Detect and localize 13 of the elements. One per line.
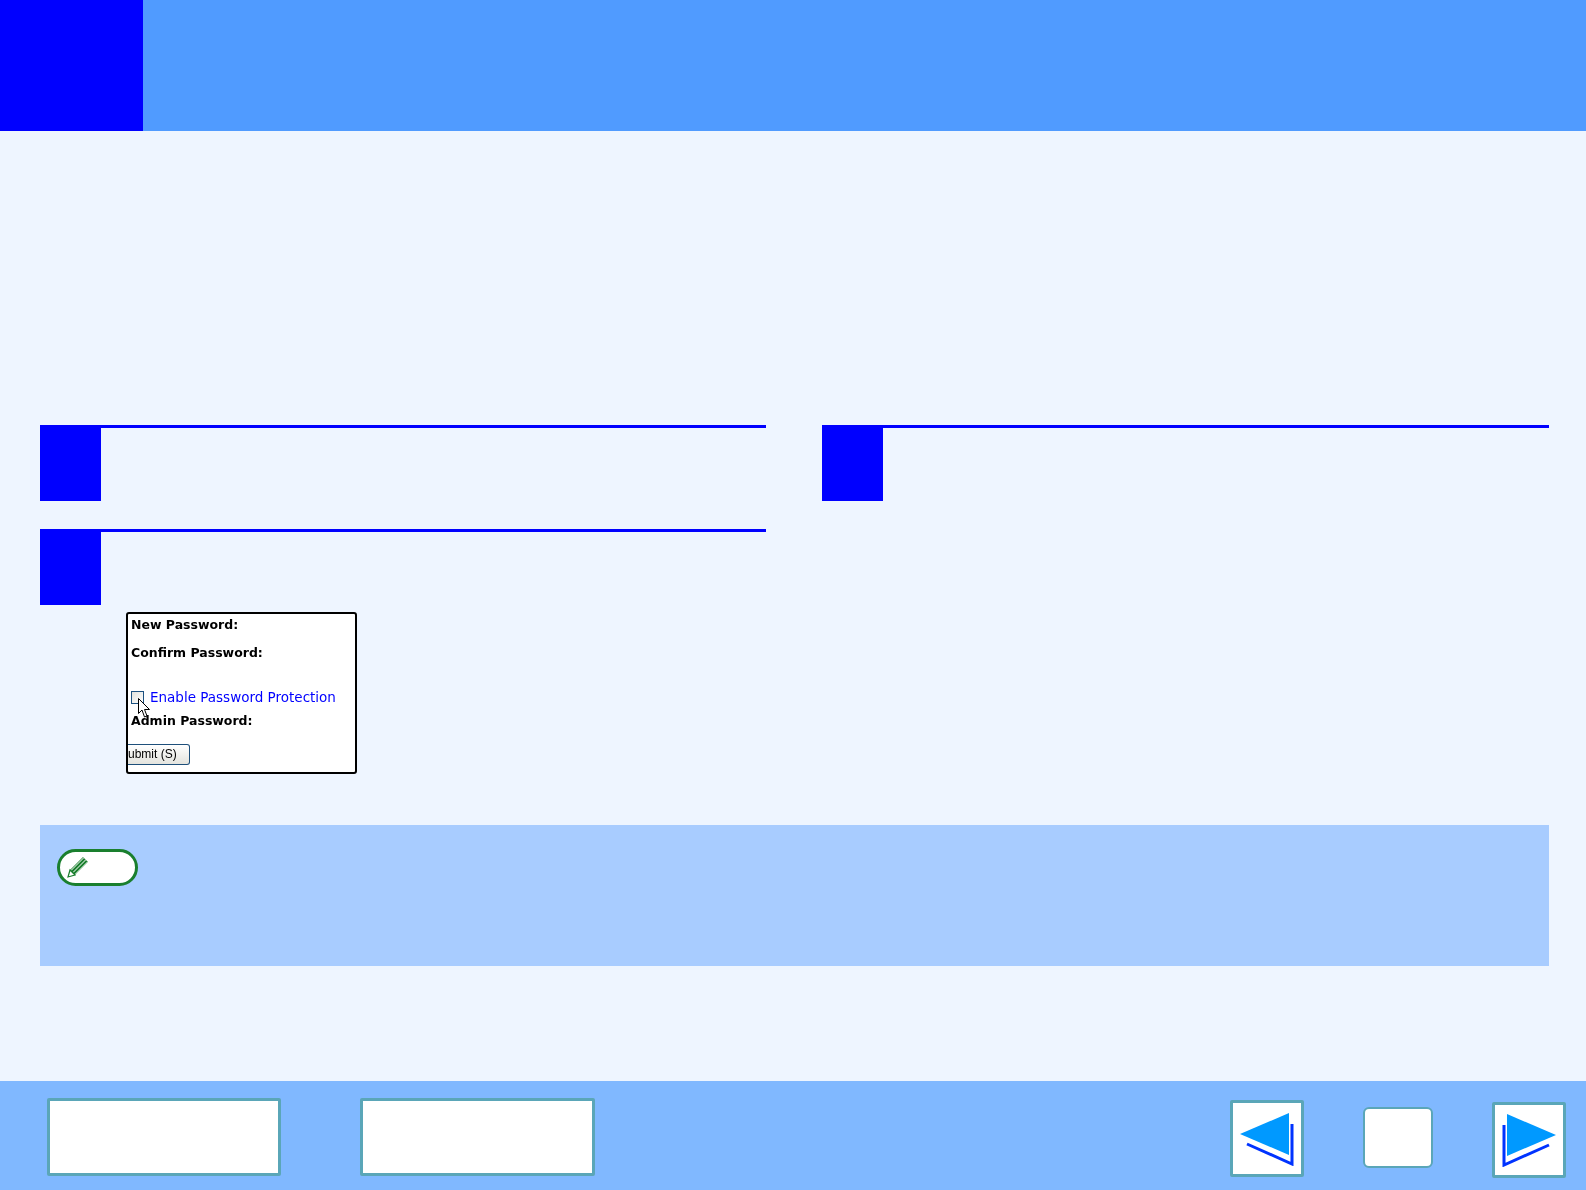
- page-button[interactable]: [1363, 1107, 1433, 1168]
- footer-button[interactable]: [47, 1098, 281, 1176]
- checkbox-label[interactable]: Enable Password Protection: [150, 689, 336, 705]
- right-arrow-icon: [1501, 1113, 1557, 1167]
- pencil-icon: [57, 849, 138, 886]
- field-label: Confirm Password:: [131, 645, 264, 661]
- field-label: New Password:: [131, 617, 240, 633]
- submit-button[interactable]: ubmit (S): [128, 744, 190, 765]
- left-arrow-icon: [1239, 1111, 1295, 1166]
- next-button[interactable]: [1492, 1102, 1566, 1178]
- previous-button[interactable]: [1230, 1100, 1304, 1177]
- field-label: Admin Password:: [131, 713, 254, 729]
- footer-button[interactable]: [360, 1098, 595, 1176]
